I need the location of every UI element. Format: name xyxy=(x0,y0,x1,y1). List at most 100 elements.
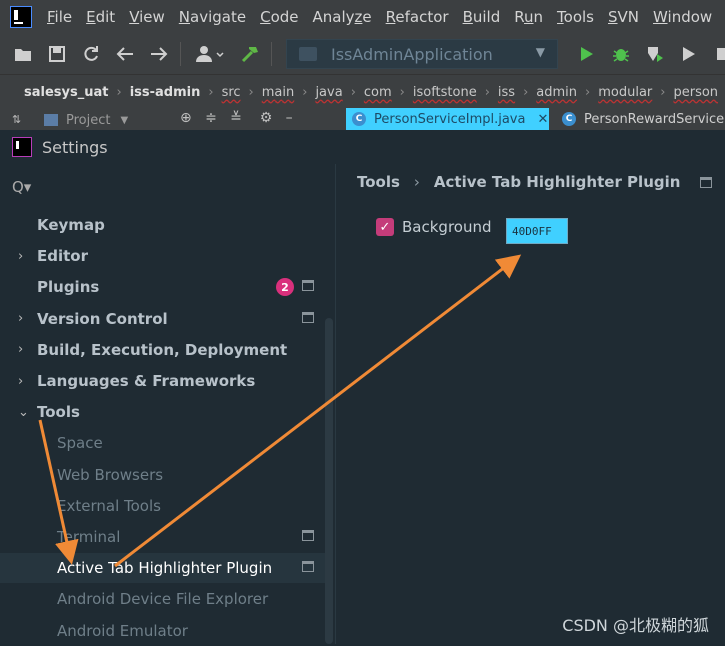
save-icon[interactable] xyxy=(46,43,68,65)
sidebar-item-android-emulator[interactable]: Android Emulator xyxy=(0,616,325,646)
sidebar-item-space[interactable]: Space xyxy=(0,428,325,458)
menu-navigate[interactable]: Navigate xyxy=(172,8,253,26)
project-toolbar-icons[interactable]: ⊕ ≑ ≚ ⚙ – xyxy=(180,110,293,126)
menu-tools[interactable]: Tools xyxy=(550,8,601,26)
sidebar-item-keymap[interactable]: Keymap xyxy=(0,210,325,240)
breadcrumb-separator: › xyxy=(413,173,420,191)
sidebar-item-editor[interactable]: › Editor xyxy=(0,241,325,271)
intellij-logo-icon xyxy=(10,6,32,28)
chevron-right-icon[interactable]: › xyxy=(18,311,23,326)
chevron-down-icon[interactable]: ⌄ xyxy=(18,405,29,420)
menu-window[interactable]: Window xyxy=(646,8,719,26)
tool-tab-strip: ⇅ Project ▼ ⊕ ≑ ≚ ⚙ – C PersonServiceImp… xyxy=(0,108,725,130)
project-icon xyxy=(44,114,58,126)
breadcrumb-item[interactable]: com xyxy=(360,85,396,100)
chevron-right-icon: › xyxy=(484,84,490,100)
project-level-icon xyxy=(302,530,314,541)
sidebar-item-label: Active Tab Highlighter Plugin xyxy=(57,559,273,578)
project-level-icon xyxy=(302,280,314,292)
chevron-right-icon: › xyxy=(208,84,214,100)
chevron-right-icon: › xyxy=(248,84,254,100)
toolbar-separator xyxy=(180,42,181,66)
sidebar-item-external-tools[interactable]: External Tools xyxy=(0,491,325,521)
dialog-title: Settings xyxy=(42,137,108,157)
sidebar-item-label: Space xyxy=(57,434,103,453)
menu-run[interactable]: Run xyxy=(507,8,550,26)
sidebar-item-label: External Tools xyxy=(57,496,161,515)
java-class-icon: C xyxy=(352,112,366,126)
project-level-icon xyxy=(302,561,314,573)
build-hammer-icon[interactable] xyxy=(239,43,261,65)
sidebar-item-version-control[interactable]: › Version Control xyxy=(0,304,325,334)
sync-icon[interactable] xyxy=(80,43,102,65)
chevron-right-icon: › xyxy=(116,84,122,100)
sidebar-item-languages-frameworks[interactable]: › Languages & Frameworks xyxy=(0,366,325,396)
user-icon[interactable] xyxy=(193,43,227,65)
menu-code[interactable]: Code xyxy=(253,8,305,26)
toolbar-separator xyxy=(271,42,272,66)
menu-view[interactable]: View xyxy=(122,8,172,26)
profile-icon[interactable] xyxy=(678,43,700,65)
breadcrumb-item[interactable]: main xyxy=(258,85,298,100)
sidebar-item-terminal[interactable]: Terminal xyxy=(0,522,325,552)
back-icon[interactable] xyxy=(114,43,136,65)
close-icon[interactable]: ✕ xyxy=(537,112,548,127)
sidebar-item-label: Tools xyxy=(37,403,80,422)
background-label: Background xyxy=(402,218,492,236)
background-checkbox[interactable]: ✓ xyxy=(376,218,394,236)
stop-icon[interactable] xyxy=(712,43,725,65)
sidebar-item-label: Plugins xyxy=(37,278,100,297)
menu-items: File Edit View Navigate Code Analyze Refactor B… xyxy=(40,8,719,26)
menu-build[interactable]: Build xyxy=(456,8,508,26)
breadcrumb-item[interactable]: admin xyxy=(532,85,581,100)
editor-tab-label: PersonRewardServiceI xyxy=(584,111,725,127)
content-breadcrumb: Tools › Active Tab Highlighter Plugin xyxy=(357,173,713,191)
sidebar-item-web-browsers[interactable]: Web Browsers xyxy=(0,460,325,490)
chevron-right-icon: › xyxy=(585,84,591,100)
forward-icon[interactable] xyxy=(148,43,170,65)
breadcrumb-item[interactable]: modular xyxy=(594,85,656,100)
project-label: Project xyxy=(66,112,111,128)
sidebar-item-tools[interactable]: ⌄ Tools xyxy=(0,397,325,427)
background-color-field[interactable]: 40D0FF xyxy=(506,218,568,244)
sidebar-item-build-execution-deployment[interactable]: › Build, Execution, Deployment xyxy=(0,335,325,365)
menu-edit[interactable]: Edit xyxy=(79,8,122,26)
breadcrumb-item[interactable]: salesys_uat xyxy=(20,85,112,100)
sidebar-item-plugins[interactable]: Plugins 2 xyxy=(0,272,325,302)
settings-dialog: Settings Q▾ Keymap › Editor Plugins 2 › Versio… xyxy=(0,130,725,644)
settings-search-input[interactable]: Q▾ xyxy=(12,178,31,196)
open-folder-icon[interactable] xyxy=(12,43,34,65)
content-breadcrumb-current: Active Tab Highlighter Plugin xyxy=(433,173,681,191)
breadcrumb-item[interactable]: iss xyxy=(494,85,519,100)
project-tool-button[interactable]: Project ▼ xyxy=(44,110,154,130)
run-icon[interactable] xyxy=(576,43,598,65)
editor-tab-person-service-impl[interactable]: C PersonServiceImpl.java ✕ xyxy=(346,108,549,130)
editor-tab-person-reward-service[interactable]: C PersonRewardServiceI xyxy=(556,108,725,130)
sidebar-item-active-tab-highlighter-plugin[interactable]: Active Tab Highlighter Plugin xyxy=(0,553,325,584)
editor-tab-label: PersonServiceImpl.java xyxy=(374,111,526,127)
chevron-right-icon[interactable]: › xyxy=(18,374,23,389)
menu-refactor[interactable]: Refactor xyxy=(379,8,456,26)
menu-analyze[interactable]: Analyze xyxy=(306,8,379,26)
project-level-icon xyxy=(302,311,314,323)
sidebar-scrollbar[interactable] xyxy=(325,318,333,644)
chevron-right-icon: › xyxy=(350,84,356,100)
spring-boot-icon xyxy=(299,47,317,61)
breadcrumb-item[interactable]: isoftstone xyxy=(409,85,481,100)
content-breadcrumb-parent[interactable]: Tools xyxy=(357,173,400,191)
chevron-right-icon[interactable]: › xyxy=(18,249,23,264)
coverage-icon[interactable] xyxy=(644,43,666,65)
structure-icon[interactable]: ⇅ xyxy=(12,113,21,126)
run-configuration-dropdown[interactable]: IssAdminApplication ▼ xyxy=(286,39,558,69)
debug-icon[interactable] xyxy=(610,43,632,65)
background-setting-row: ✓ Background xyxy=(376,218,492,236)
breadcrumb-item[interactable]: java xyxy=(311,85,346,100)
menu-file[interactable]: File xyxy=(40,8,79,26)
breadcrumb-item[interactable]: iss-admin xyxy=(126,85,205,100)
panel-divider xyxy=(335,164,336,644)
menu-svn[interactable]: SVN xyxy=(601,8,646,26)
sidebar-item-android-device-file-explorer[interactable]: Android Device File Explorer xyxy=(0,584,325,614)
breadcrumb-item[interactable]: person xyxy=(669,85,722,100)
breadcrumb-item[interactable]: src xyxy=(218,85,245,100)
chevron-right-icon[interactable]: › xyxy=(18,342,23,357)
